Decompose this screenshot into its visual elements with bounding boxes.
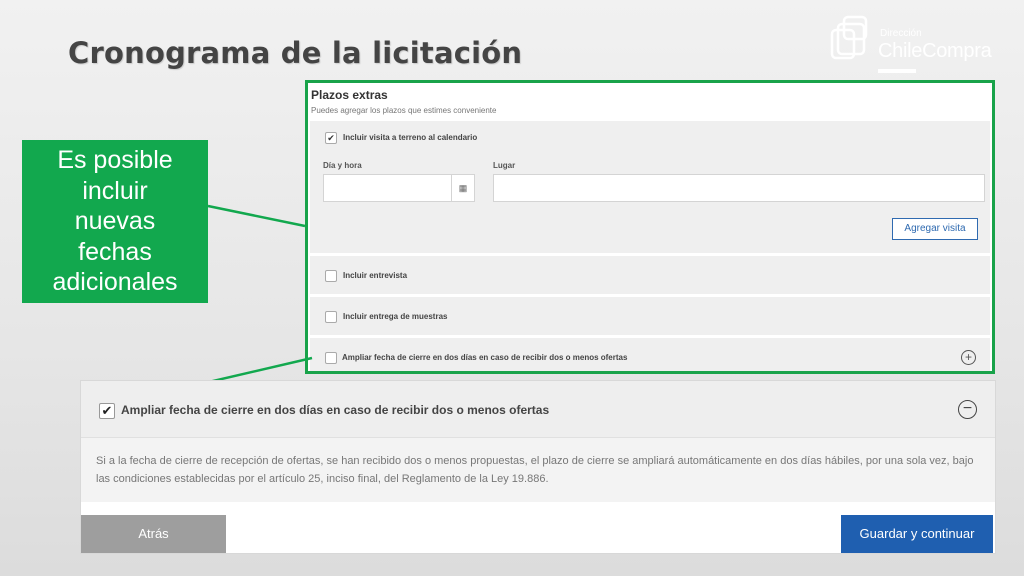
- detail-header: ✔ Ampliar fecha de cierre en dos días en…: [81, 381, 995, 438]
- logo-underline: [878, 69, 916, 73]
- callout-line: fechas: [78, 237, 152, 266]
- calendar-icon[interactable]: ▦: [451, 175, 474, 201]
- detail-text: Si a la fecha de cierre de recepción de …: [96, 455, 974, 485]
- visita-section: ✔ Incluir visita a terreno al calendario…: [310, 121, 990, 253]
- ampliar-label: Ampliar fecha de cierre en dos días en c…: [342, 353, 628, 362]
- agregar-visita-button[interactable]: Agregar visita: [892, 218, 978, 240]
- callout-line: Es posible: [57, 146, 173, 174]
- chilecompra-logo: Dirección ChileCompra: [830, 14, 1000, 76]
- fecha-hora-input[interactable]: ▦: [323, 174, 475, 202]
- checkmark-icon: ✔: [101, 403, 113, 418]
- logo-chilecompra: ChileCompra: [878, 40, 992, 62]
- checkmark-icon: ✔: [327, 133, 335, 143]
- visita-label: Incluir visita a terreno al calendario: [343, 133, 478, 142]
- muestras-section: Incluir entrega de muestras: [310, 297, 990, 335]
- plus-circle-icon[interactable]: +: [961, 350, 976, 365]
- entrevista-label: Incluir entrevista: [343, 271, 408, 280]
- ampliar-detail-panel: ✔ Ampliar fecha de cierre en dos días en…: [80, 380, 996, 554]
- detail-checkbox[interactable]: ✔: [99, 403, 115, 419]
- entrevista-section: Incluir entrevista: [310, 256, 990, 294]
- slide-title: Cronograma de la licitación: [68, 36, 523, 70]
- callout-connector-line: [207, 204, 306, 228]
- muestras-label: Incluir entrega de muestras: [343, 312, 448, 321]
- visita-checkbox[interactable]: ✔: [325, 132, 337, 144]
- callout-line: nuevas: [74, 207, 156, 235]
- ampliar-checkbox[interactable]: [325, 352, 337, 364]
- guardar-continuar-button[interactable]: Guardar y continuar: [841, 515, 993, 553]
- ampliar-section: Ampliar fecha de cierre en dos días en c…: [310, 338, 990, 371]
- logo-mark-icon: [830, 15, 868, 60]
- lugar-label: Lugar: [493, 161, 516, 170]
- muestras-checkbox[interactable]: [325, 311, 337, 323]
- callout-line: incluir: [82, 176, 148, 205]
- entrevista-checkbox[interactable]: [325, 270, 337, 282]
- panel-title: Plazos extras: [311, 88, 388, 102]
- callout-box: Es posible incluir nuevas fechas adicion…: [22, 140, 208, 303]
- plazos-extras-panel: Plazos extras Puedes agregar los plazos …: [305, 80, 995, 374]
- logo-direccion: Dirección: [880, 28, 922, 39]
- minus-circle-icon[interactable]: −: [958, 400, 977, 419]
- detail-body: Si a la fecha de cierre de recepción de …: [81, 438, 995, 502]
- callout-line: adicionales: [52, 268, 178, 296]
- fecha-label: Día y hora: [323, 161, 362, 170]
- atras-button[interactable]: Atrás: [81, 515, 226, 553]
- detail-title: Ampliar fecha de cierre en dos días en c…: [121, 403, 550, 417]
- lugar-input[interactable]: [493, 174, 985, 202]
- panel-subtitle: Puedes agregar los plazos que estimes co…: [311, 106, 497, 115]
